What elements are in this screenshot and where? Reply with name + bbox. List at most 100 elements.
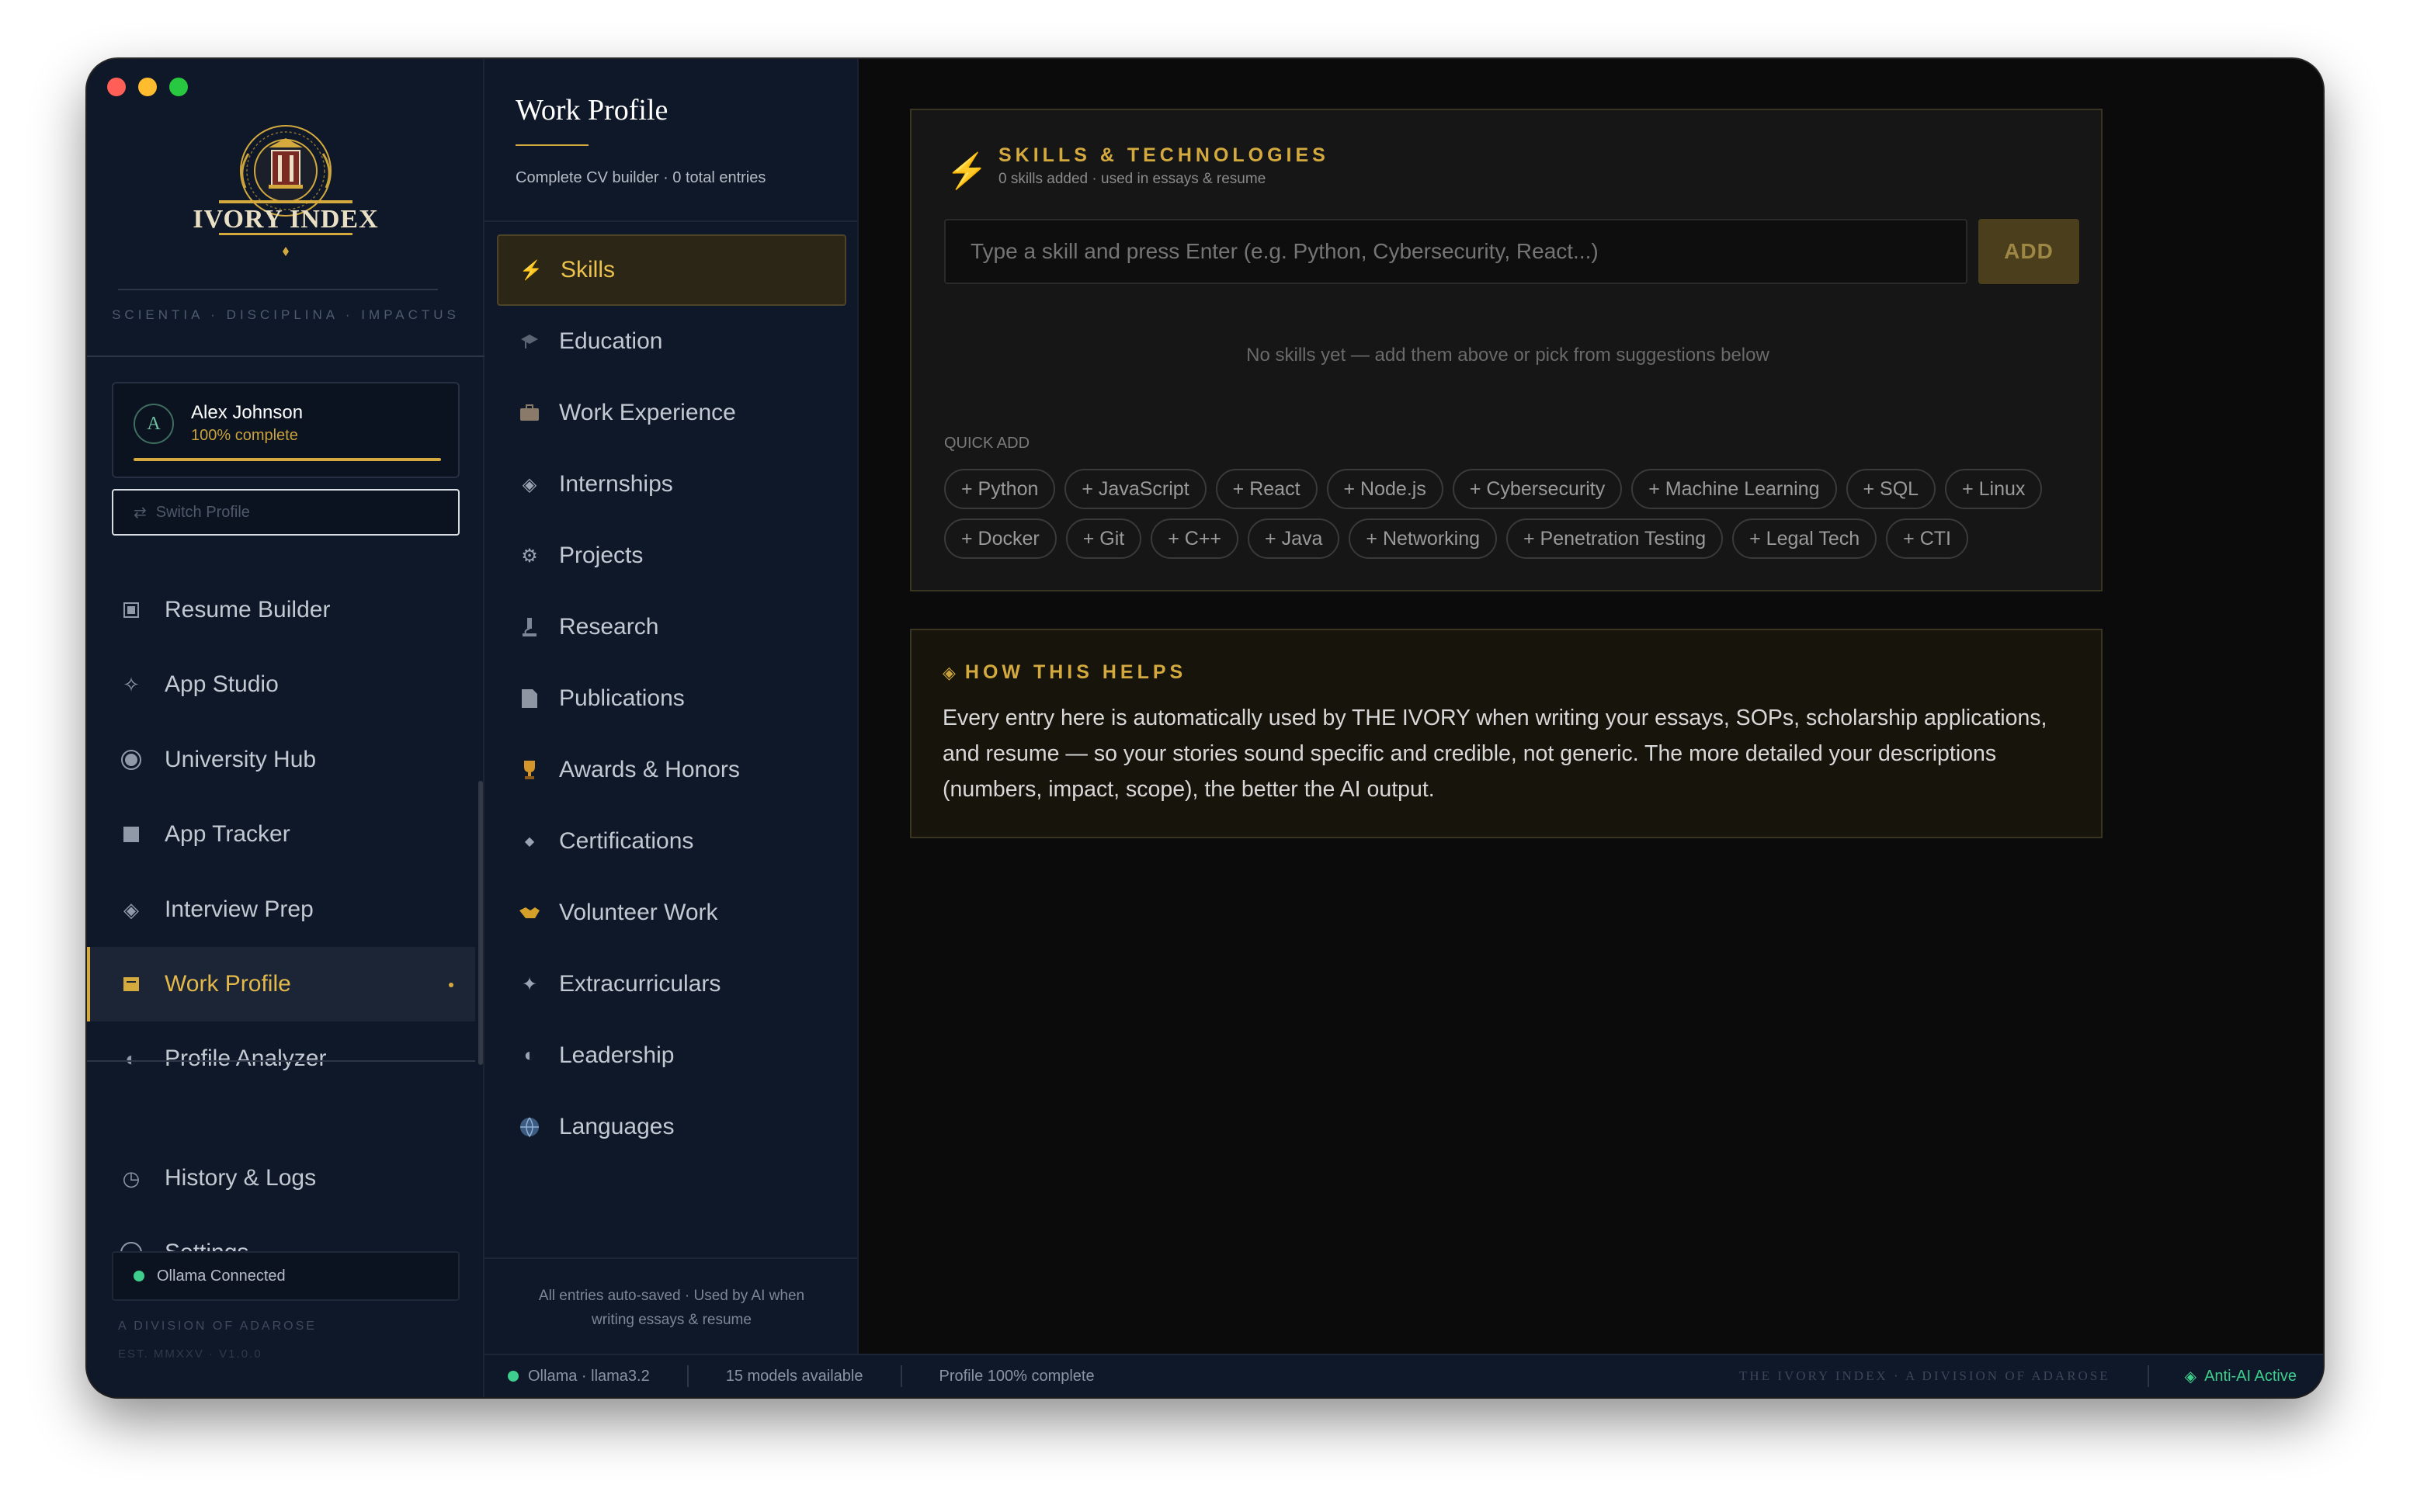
sidebar-item-history-logs[interactable]: ◷ History & Logs (87, 1141, 475, 1215)
version-text: EST. MMXXV · V1.0.0 (118, 1347, 262, 1361)
section-label: Awards & Honors (559, 757, 740, 782)
section-publications[interactable]: Publications (497, 663, 846, 734)
square-icon (120, 823, 143, 846)
how-this-helps-header: ◈ HOW THIS HELPS (943, 661, 1186, 684)
switch-profile-button[interactable]: ⇄ Switch Profile (112, 489, 460, 536)
quick-add-chip[interactable]: + Python (944, 469, 1056, 509)
division-text: A DIVISION OF ADAROSE (118, 1320, 317, 1333)
sidebar-item-university-hub[interactable]: University Hub (87, 723, 475, 797)
quick-add-chip[interactable]: + JavaScript (1064, 469, 1207, 509)
section-divider (87, 355, 484, 357)
section-languages[interactable]: Languages (497, 1091, 846, 1163)
avatar: A (134, 404, 174, 444)
autosave-note: All entries auto-saved · Used by AI when… (538, 1288, 805, 1328)
close-window-button[interactable] (107, 78, 126, 96)
section-label: Publications (559, 685, 685, 711)
quick-add-chip[interactable]: + Linux (1945, 469, 2043, 509)
sidebar-item-interview-prep[interactable]: ◈ Interview Prep (87, 872, 475, 947)
section-volunteer-work[interactable]: Volunteer Work (497, 877, 846, 948)
diamond-icon: ◈ (522, 473, 537, 495)
quick-add-chip[interactable]: + C++ (1151, 518, 1239, 559)
section-label: Certifications (559, 828, 694, 854)
graduation-cap-icon (517, 329, 542, 354)
window-controls (107, 78, 188, 96)
title-underline (516, 144, 589, 146)
how-this-helps-body: Every entry here is automatically used b… (943, 706, 2047, 802)
sidebar-item-label: Interview Prep (165, 896, 314, 922)
section-research[interactable]: Research (497, 591, 846, 663)
section-certifications[interactable]: ◆ Certifications (497, 806, 846, 877)
section-label: Education (559, 328, 663, 354)
sidebar-item-resume-builder[interactable]: Resume Builder (87, 573, 475, 647)
quick-add-chip[interactable]: + Node.js (1326, 469, 1443, 509)
briefcase-icon (517, 401, 542, 425)
sidebar-scrollbar[interactable] (478, 781, 483, 1065)
models-available: 15 models available (725, 1367, 863, 1385)
skill-input[interactable] (944, 219, 1967, 284)
quick-add-chip[interactable]: + SQL (1846, 469, 1936, 509)
section-label: Volunteer Work (559, 900, 718, 925)
clock-icon: ◷ (122, 1166, 141, 1190)
star-icon: ✦ (521, 973, 538, 995)
status-bar: Ollama · llama3.2 15 models available Pr… (484, 1354, 2323, 1397)
quick-add-chip[interactable]: + CTI (1886, 518, 1968, 559)
quick-add-chip[interactable]: + Penetration Testing (1506, 518, 1724, 559)
profile-card[interactable]: A Alex Johnson 100% complete (112, 382, 460, 478)
globe-icon (517, 1115, 542, 1139)
status-dot-icon (508, 1371, 519, 1382)
quick-add-chip[interactable]: + Networking (1349, 518, 1498, 559)
motto: SCIENTIA · DISCIPLINA · IMPACTUS (112, 307, 460, 322)
skills-subtitle: 0 skills added · used in essays & resume (998, 171, 1266, 187)
add-skill-button[interactable]: ADD (1978, 219, 2079, 284)
ivory-index-logo (219, 125, 352, 256)
sidebar-item-app-studio[interactable]: ✧ App Studio (87, 647, 475, 722)
quick-add-row: + Docker + Git + C++ + Java + Networking… (944, 518, 1968, 559)
profile-completion: 100% complete (191, 427, 298, 444)
page-icon (517, 686, 542, 711)
section-label: Extracurriculars (559, 971, 721, 997)
globe-icon (120, 748, 143, 772)
small-diamond-icon: ◆ (524, 835, 535, 848)
page-title: Work Profile (516, 94, 668, 127)
section-extracurriculars[interactable]: ✦ Extracurriculars (497, 948, 846, 1020)
section-work-experience[interactable]: Work Experience (497, 377, 846, 449)
section-skills[interactable]: ⚡ Skills (497, 234, 846, 306)
sidebar-item-work-profile[interactable]: Work Profile (87, 947, 475, 1021)
half-circle-icon: ◐ (523, 1045, 536, 1066)
model-label: Ollama · llama3.2 (528, 1367, 650, 1385)
quick-add-chip[interactable]: + Legal Tech (1732, 518, 1877, 559)
app-window: IVORY INDEX SCIENTIA · DISCIPLINA · IMPA… (87, 59, 2323, 1397)
skills-card: ⚡ SKILLS & TECHNOLOGIES 0 skills added ·… (910, 109, 2103, 591)
sidebar-item-label: App Tracker (165, 821, 290, 847)
switch-profile-label: Switch Profile (155, 503, 250, 521)
sidebar-item-app-tracker[interactable]: App Tracker (87, 797, 475, 872)
section-education[interactable]: Education (497, 306, 846, 377)
quick-add-chip[interactable]: + Docker (944, 518, 1057, 559)
section-label: Internships (559, 471, 673, 497)
quick-add-chip[interactable]: + Cybersecurity (1452, 469, 1623, 509)
sparkle-icon: ✧ (123, 672, 140, 696)
profile-name: Alex Johnson (191, 402, 304, 423)
quick-add-row: + Python + JavaScript + React + Node.js … (944, 469, 2043, 509)
section-projects[interactable]: ⚙ Projects (497, 520, 846, 591)
quick-add-chip[interactable]: + Java (1248, 518, 1340, 559)
quick-add-chip[interactable]: + React (1215, 469, 1318, 509)
quick-add-chip[interactable]: + Git (1065, 518, 1142, 559)
section-label: Skills (561, 257, 616, 283)
quick-add-label: QUICK ADD (944, 435, 1030, 452)
quick-add-chip[interactable]: + Machine Learning (1631, 469, 1837, 509)
logo-divider (118, 289, 438, 290)
sidebar-item-profile-analyzer[interactable]: ◐ Profile Analyzer (87, 1021, 475, 1096)
how-this-helps-title: HOW THIS HELPS (964, 661, 1187, 683)
diamond-icon: ◈ (943, 662, 956, 682)
section-internships[interactable]: ◈ Internships (497, 449, 846, 520)
sidebar-item-label: Profile Analyzer (165, 1046, 327, 1071)
minimize-window-button[interactable] (138, 78, 157, 96)
section-awards-honors[interactable]: Awards & Honors (497, 734, 846, 806)
nav-footer-divider (87, 1060, 475, 1062)
how-this-helps-card: ◈ HOW THIS HELPS Every entry here is aut… (910, 629, 2103, 838)
section-leadership[interactable]: ◐ Leadership (497, 1020, 846, 1091)
maximize-window-button[interactable] (169, 78, 188, 96)
brand-footer: THE IVORY INDEX · A DIVISION OF ADAROSE (1739, 1368, 2110, 1383)
header-divider (484, 220, 859, 222)
